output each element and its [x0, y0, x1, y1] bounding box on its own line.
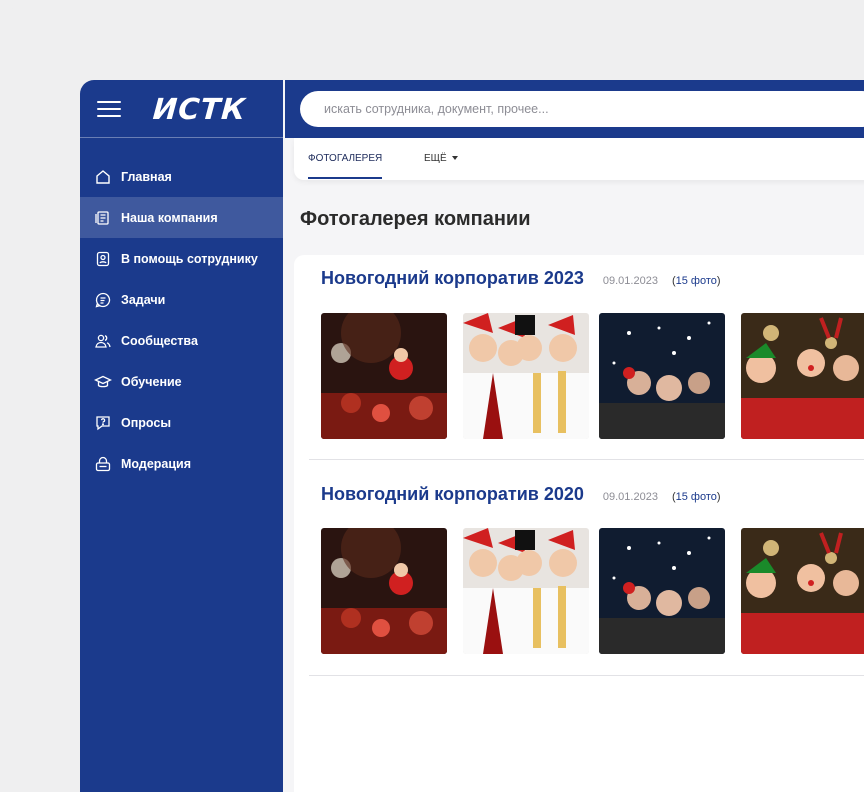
sidebar-item-company[interactable]: Наша компания	[80, 197, 283, 238]
album-divider	[309, 675, 864, 676]
sidebar-item-tasks[interactable]: Задачи	[80, 279, 283, 320]
photo-thumbnail[interactable]	[741, 313, 864, 439]
survey-icon	[94, 414, 112, 432]
tasks-icon	[94, 291, 112, 309]
album-thumbnails	[321, 313, 864, 439]
album-date: 09.01.2023	[602, 275, 658, 287]
album-title[interactable]: Новогодний корпоратив 2023	[321, 268, 584, 289]
sidebar-item-help[interactable]: В помощь сотруднику	[80, 238, 283, 279]
company-icon	[94, 209, 112, 227]
photo-thumbnail[interactable]	[599, 313, 725, 439]
album-photo-count: (15 фото)	[672, 275, 721, 287]
album-divider	[309, 459, 864, 460]
page-title: Фотогалерея компании	[300, 208, 531, 230]
tab-more[interactable]: ЕЩЁ	[424, 138, 458, 180]
photo-thumbnail[interactable]	[599, 528, 725, 654]
album-2023: Новогодний корпоратив 2023 09.01.2023 (1…	[309, 268, 864, 298]
count-close: )	[716, 491, 721, 503]
photo-thumbnail[interactable]	[741, 528, 864, 654]
moderation-icon	[94, 455, 112, 473]
sidebar-header: ИСТК	[80, 80, 283, 138]
count-close: )	[716, 275, 721, 287]
album-header: Новогодний корпоратив 2020 09.01.2023 (1…	[309, 484, 864, 514]
album-photo-count: (15 фото)	[672, 491, 721, 503]
sidebar-item-label: Обучение	[121, 374, 182, 389]
search-box	[300, 91, 864, 127]
count-value[interactable]: 15 фото	[676, 275, 717, 287]
sidebar-item-label: Сообщества	[121, 333, 198, 348]
home-icon	[94, 168, 112, 186]
album-title[interactable]: Новогодний корпоратив 2020	[321, 484, 584, 505]
sidebar-item-label: В помощь сотруднику	[121, 251, 258, 266]
education-icon	[94, 373, 112, 391]
sidebar-item-label: Наша компания	[121, 210, 218, 225]
photo-thumbnail[interactable]	[463, 528, 589, 654]
sidebar-item-label: Модерация	[121, 456, 192, 471]
search-input[interactable]	[322, 101, 826, 117]
main-area: ФОТОГАЛЕРЕЯ ЕЩЁ Фотогалерея компании Нов…	[285, 80, 864, 792]
sidebar-item-moderation[interactable]: Модерация	[80, 443, 283, 484]
sidebar-item-label: Опросы	[121, 415, 172, 430]
company-logo[interactable]: ИСТК	[152, 92, 247, 126]
sidebar-item-surveys[interactable]: Опросы	[80, 402, 283, 443]
count-value[interactable]: 15 фото	[676, 491, 717, 503]
sidebar-item-home[interactable]: Главная	[80, 156, 283, 197]
menu-icon[interactable]	[97, 100, 121, 117]
gallery-panel: Новогодний корпоратив 2023 09.01.2023 (1…	[294, 255, 864, 792]
photo-thumbnail[interactable]	[463, 313, 589, 439]
device-frame: ИСТК Главная Наша компания В помощь сотр…	[0, 0, 864, 792]
tabs-bar: ФОТОГАЛЕРЕЯ ЕЩЁ	[294, 138, 864, 180]
sidebar-item-label: Главная	[121, 169, 172, 184]
tab-more-label: ЕЩЁ	[424, 153, 447, 164]
sidebar: ИСТК Главная Наша компания В помощь сотр…	[80, 80, 283, 792]
top-bar	[285, 80, 864, 138]
album-2020: Новогодний корпоратив 2020 09.01.2023 (1…	[309, 484, 864, 514]
photo-thumbnail[interactable]	[321, 313, 447, 439]
community-icon	[94, 332, 112, 350]
album-date: 09.01.2023	[602, 491, 658, 503]
sidebar-nav: Главная Наша компания В помощь сотрудник…	[80, 138, 283, 484]
album-header: Новогодний корпоратив 2023 09.01.2023 (1…	[309, 268, 864, 298]
tab-photo-gallery[interactable]: ФОТОГАЛЕРЕЯ	[308, 138, 383, 179]
caret-down-icon	[451, 156, 458, 161]
album-thumbnails	[321, 528, 864, 654]
sidebar-item-label: Задачи	[121, 292, 166, 307]
photo-thumbnail[interactable]	[321, 528, 447, 654]
help-badge-icon	[94, 250, 112, 268]
sidebar-item-communities[interactable]: Сообщества	[80, 320, 283, 361]
intranet-app: ИСТК Главная Наша компания В помощь сотр…	[80, 80, 864, 792]
sidebar-item-education[interactable]: Обучение	[80, 361, 283, 402]
